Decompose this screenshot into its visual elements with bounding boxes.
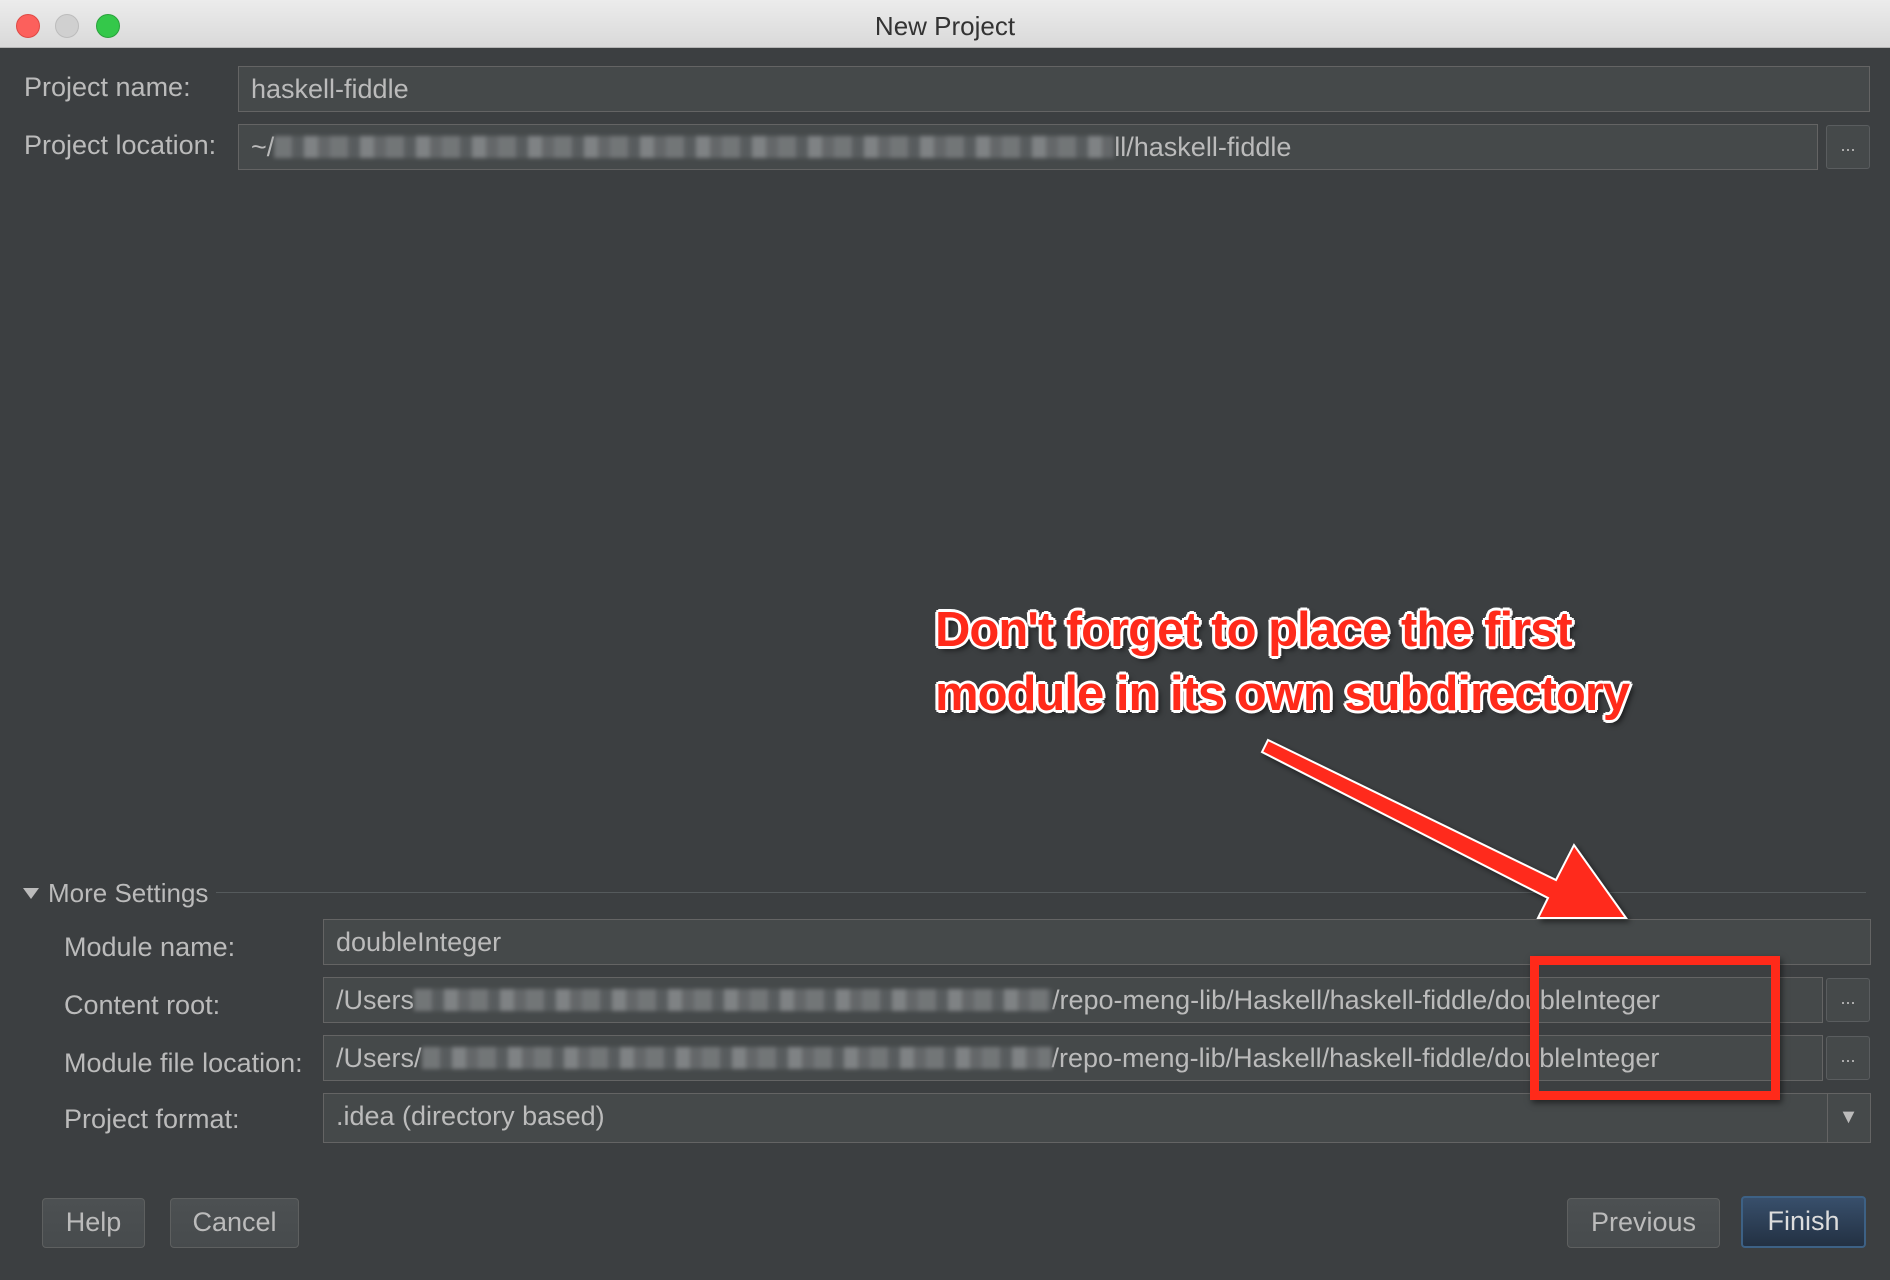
highlight-box xyxy=(1530,956,1780,1100)
